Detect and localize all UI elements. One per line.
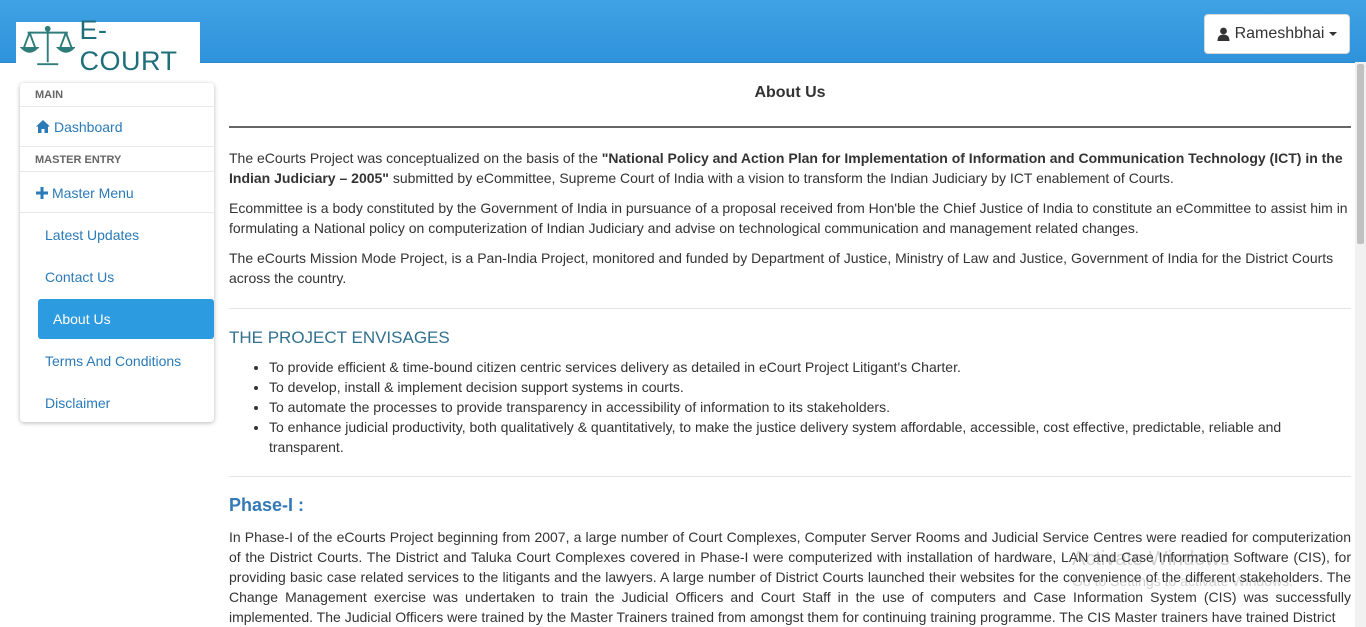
phase-1-heading: Phase-I : <box>229 495 305 515</box>
sidebar-item-dashboard[interactable]: Dashboard <box>20 107 214 147</box>
list-item: To automate the processes to provide tra… <box>269 397 1351 417</box>
scrollbar-thumb[interactable] <box>1357 64 1364 244</box>
envisages-heading: THE PROJECT ENVISAGES <box>229 328 450 347</box>
sidebar-item-label: Dashboard <box>54 118 123 135</box>
user-name: Rameshbhai <box>1234 25 1325 42</box>
submenu-latest-updates[interactable]: Latest Updates <box>45 227 139 243</box>
intro-text-start: The eCourts Project was conceptualized o… <box>229 150 602 166</box>
chevron-down-icon <box>1329 32 1338 36</box>
title-divider <box>229 126 1351 128</box>
sidebar-item-master-menu[interactable]: Master Menu <box>20 173 214 213</box>
list-item: To develop, install & implement decision… <box>269 377 1351 397</box>
home-icon <box>36 120 50 133</box>
section-divider <box>229 308 1351 309</box>
ecommittee-paragraph: Ecommittee is a body constituted by the … <box>229 200 1348 236</box>
page-scrollbar[interactable] <box>1355 62 1366 627</box>
user-icon <box>1217 27 1230 41</box>
mission-mode-paragraph: The eCourts Mission Mode Project, is a P… <box>229 250 1334 286</box>
list-item: To provide efficient & time-bound citize… <box>269 357 1351 377</box>
sidebar-item-label: Master Menu <box>52 184 134 201</box>
watermark-title: Activate Windows <box>1072 548 1230 570</box>
sidebar-section-main: MAIN <box>20 83 214 107</box>
plus-icon <box>36 186 48 199</box>
scales-of-justice-icon <box>20 25 76 66</box>
submenu-disclaimer[interactable]: Disclaimer <box>45 395 110 411</box>
submenu-terms-and-conditions[interactable]: Terms And Conditions <box>45 353 181 369</box>
top-navbar: Rameshbhai <box>0 0 1366 63</box>
logo[interactable]: E-COURT <box>16 15 200 76</box>
watermark-subtitle: Go to Settings to activate Windows. <box>1072 573 1293 589</box>
sidebar: MAIN Dashboard MASTER ENTRY Master Menu … <box>20 83 214 422</box>
activate-windows-watermark: Activate Windows Go to Settings to activ… <box>1072 548 1293 592</box>
submenu-contact-us[interactable]: Contact Us <box>45 269 114 285</box>
logo-text: E-COURT <box>79 15 178 76</box>
envisages-list: To provide efficient & time-bound citize… <box>229 357 1351 457</box>
intro-text-end: submitted by eCommittee, Supreme Court o… <box>388 170 1174 186</box>
user-menu-button[interactable]: Rameshbhai <box>1204 14 1350 54</box>
intro-paragraph: The eCourts Project was conceptualized o… <box>229 148 1351 188</box>
section-divider <box>229 476 1351 477</box>
sidebar-section-master-entry: MASTER ENTRY <box>20 148 214 172</box>
list-item: To enhance judicial productivity, both q… <box>269 417 1351 457</box>
submenu-about-us[interactable]: About Us <box>38 299 214 339</box>
main-content: About Us The eCourts Project was concept… <box>229 62 1351 627</box>
page-title: About Us <box>754 84 826 101</box>
